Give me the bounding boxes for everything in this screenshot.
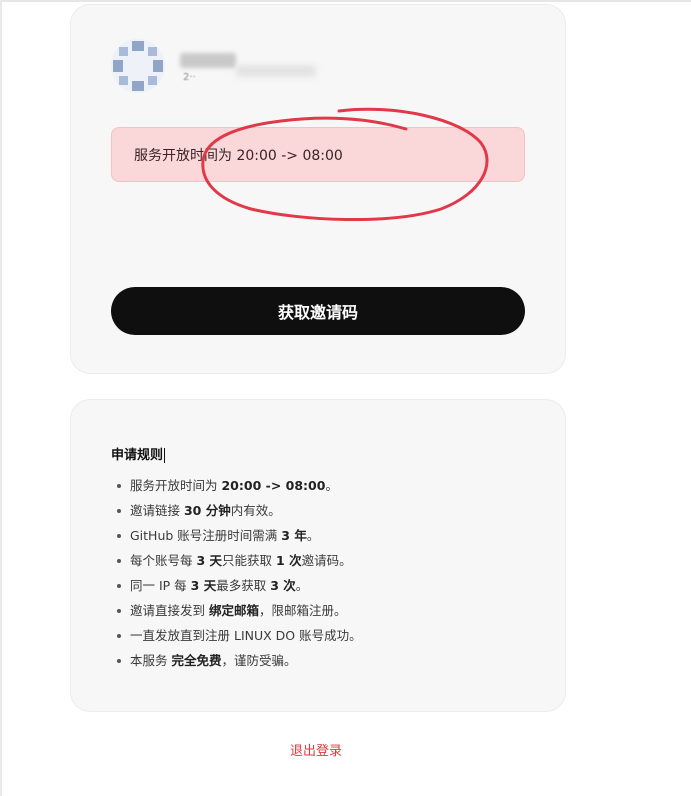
rule-item: 一直发放直到注册 LINUX DO 账号成功。 xyxy=(111,623,362,648)
username-blur-tail xyxy=(236,65,316,77)
get-invite-code-button[interactable]: 获取邀请码 xyxy=(111,287,525,335)
rule-item: 同一 IP 每 3 天最多获取 3 次。 xyxy=(111,573,362,598)
rule-emphasis: 3 天 xyxy=(196,553,223,568)
left-border xyxy=(0,0,2,796)
top-border xyxy=(0,0,691,2)
rule-text: 邀请码。 xyxy=(301,553,352,568)
service-hours-alert: 服务开放时间为 20:00 -> 08:00 xyxy=(111,127,525,182)
rule-item: 每个账号每 3 天只能获取 1 次邀请码。 xyxy=(111,548,362,573)
rule-item: 邀请直接发到 绑定邮箱，限邮箱注册。 xyxy=(111,598,362,623)
rule-emphasis: 30 分钟 xyxy=(183,503,231,518)
avatar xyxy=(111,39,165,93)
rule-text: 。 xyxy=(295,578,309,593)
rule-item: 邀请链接 30 分钟内有效。 xyxy=(111,498,362,523)
avatar-icon xyxy=(111,39,165,93)
rule-text: 。 xyxy=(325,478,338,493)
rule-emphasis: 3 年 xyxy=(281,528,307,543)
rule-text: 同一 IP 每 xyxy=(130,578,191,593)
rule-item: GitHub 账号注册时间需满 3 年。 xyxy=(111,523,362,548)
invite-card: —— 2·· 服务开放时间为 20:00 -> 08:00 获取邀请码 xyxy=(70,4,566,374)
logout-link[interactable]: 退出登录 xyxy=(290,740,342,759)
rule-item: 本服务 完全免费，谨防受骗。 xyxy=(111,648,362,673)
rule-text: 邀请直接发到 xyxy=(130,603,209,618)
rules-card: 申请规则 服务开放时间为 20:00 -> 08:00。 邀请链接 30 分钟内有… xyxy=(70,399,566,712)
rule-text: 。 xyxy=(306,528,320,543)
rule-emphasis: 3 次 xyxy=(270,578,296,593)
rules-list: 服务开放时间为 20:00 -> 08:00。 邀请链接 30 分钟内有效。 Git… xyxy=(111,473,362,673)
rule-text: 只能获取 xyxy=(222,553,277,568)
rule-text: 每个账号每 xyxy=(130,553,197,568)
rule-text: GitHub 账号注册时间需满 xyxy=(130,528,282,543)
rule-emphasis: 20:00 -> 08:00 xyxy=(221,478,326,493)
rule-text: 本服务 xyxy=(130,653,172,668)
rule-text: 内有效。 xyxy=(230,503,281,518)
rule-text: ，限邮箱注册。 xyxy=(259,603,347,618)
rule-emphasis: 1 次 xyxy=(276,553,302,568)
rule-emphasis: 完全免费 xyxy=(171,653,222,668)
rule-emphasis: 3 天 xyxy=(190,578,217,593)
service-hours-text: 服务开放时间为 20:00 -> 08:00 xyxy=(134,147,343,164)
rule-emphasis: 绑定邮箱 xyxy=(208,603,259,618)
text-caret xyxy=(164,448,166,463)
rule-text: 邀请链接 xyxy=(130,503,184,518)
rule-item: 服务开放时间为 20:00 -> 08:00。 xyxy=(111,473,362,498)
username-blurred: —— xyxy=(180,53,236,68)
rule-text: 一直发放直到注册 LINUX DO 账号成功。 xyxy=(130,628,362,643)
user-subtitle: 2·· xyxy=(183,73,196,83)
rule-text: 服务开放时间为 xyxy=(130,478,222,493)
rules-title: 申请规则 xyxy=(111,448,166,463)
rule-text: 最多获取 xyxy=(216,578,271,593)
rule-text: ，谨防受骗。 xyxy=(221,653,297,668)
